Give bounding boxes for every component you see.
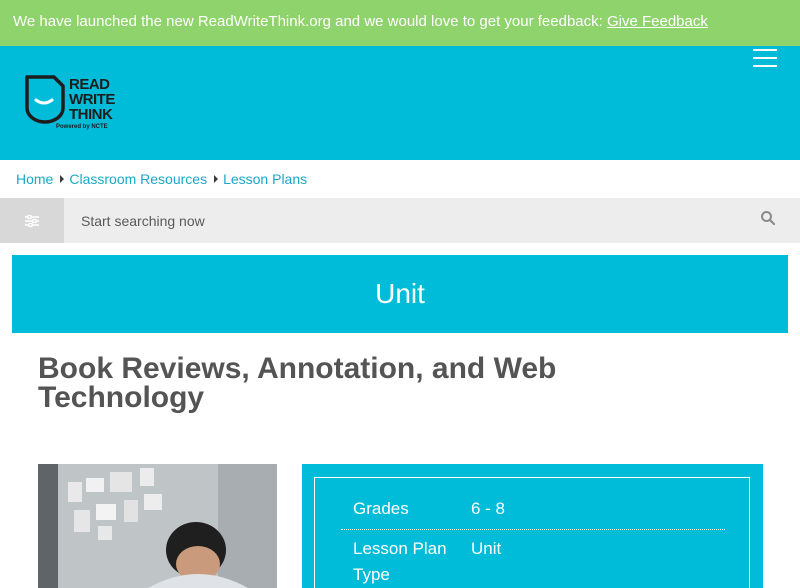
hamburger-line xyxy=(753,57,777,59)
search-bar xyxy=(0,198,800,243)
logo-wordmark: READ WRITE THINK xyxy=(69,77,115,122)
resource-type-label: Unit xyxy=(375,278,425,309)
lesson-info-inner: Grades 6 - 8 Lesson Plan Type Unit xyxy=(314,477,750,588)
caret-right-icon xyxy=(60,175,65,183)
breadcrumb-home[interactable]: Home xyxy=(16,171,53,187)
info-label: Lesson Plan Type xyxy=(353,539,447,584)
page-title: Book Reviews, Annotation, and Web Techno… xyxy=(38,352,557,414)
info-value: Unit xyxy=(471,539,502,558)
resource-type-banner: Unit xyxy=(12,255,788,333)
logo-word-read: READ xyxy=(69,76,110,93)
sliders-icon xyxy=(25,214,39,227)
give-feedback-link[interactable]: Give Feedback xyxy=(607,13,708,30)
caret-right-icon xyxy=(214,175,219,183)
feedback-banner-text: We have launched the new ReadWriteThink.… xyxy=(13,13,607,30)
site-header: READ WRITE THINK Powered by NCTE xyxy=(0,46,800,160)
hamburger-line xyxy=(753,65,777,67)
info-label: Grades xyxy=(353,499,409,518)
hamburger-icon[interactable] xyxy=(753,49,779,69)
info-value: 6 - 8 xyxy=(471,499,506,518)
logo-word-write: WRITE xyxy=(69,91,115,108)
magnifier-icon[interactable] xyxy=(760,210,776,226)
breadcrumb: Home Classroom Resources Lesson Plans xyxy=(16,171,307,187)
breadcrumb-classroom-resources[interactable]: Classroom Resources xyxy=(69,171,207,187)
lesson-photo xyxy=(38,464,277,588)
info-divider xyxy=(341,529,725,530)
lesson-info-box: Grades 6 - 8 Lesson Plan Type Unit xyxy=(302,464,763,588)
feedback-banner: We have launched the new ReadWriteThink.… xyxy=(0,0,800,46)
logo-page-icon xyxy=(25,75,65,124)
hamburger-line xyxy=(753,49,777,51)
search-input[interactable] xyxy=(64,198,744,243)
breadcrumb-lesson-plans[interactable]: Lesson Plans xyxy=(223,171,307,187)
logo-tagline: Powered by NCTE xyxy=(56,124,108,130)
filter-button[interactable] xyxy=(0,198,64,243)
student-photo-illustration xyxy=(38,464,277,588)
logo-word-think: THINK xyxy=(69,106,113,123)
readwritethink-logo[interactable]: READ WRITE THINK Powered by NCTE xyxy=(24,74,124,136)
